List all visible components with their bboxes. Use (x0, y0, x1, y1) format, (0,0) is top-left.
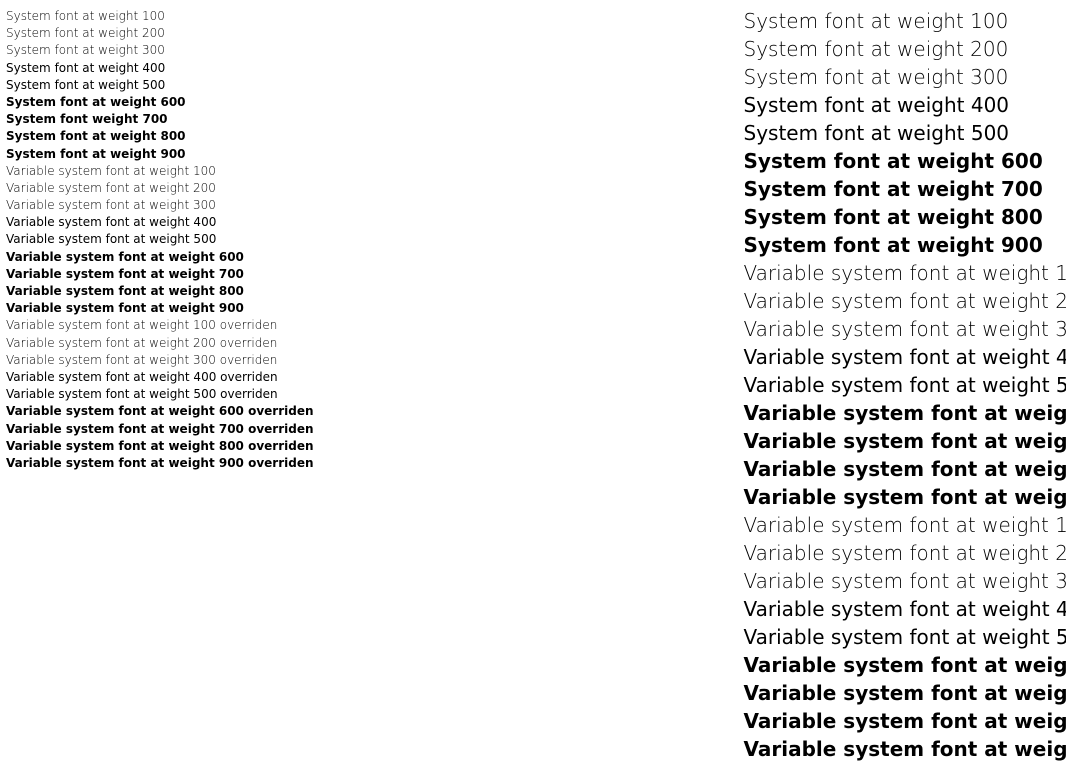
right-font-line-6: System font at weight 700 (744, 176, 1066, 203)
left-font-line-5: System font at weight 600 (6, 94, 314, 110)
right-font-line-24: Variable system font at weight 700 overr… (744, 680, 1066, 707)
right-font-line-21: Variable system font at weight 400 overr… (744, 596, 1066, 623)
right-font-line-23: Variable system font at weight 600 overr… (744, 652, 1066, 679)
right-font-line-0: System font at weight 100 (744, 8, 1066, 35)
left-font-line-21: Variable system font at weight 400 overr… (6, 369, 314, 385)
left-font-line-26: Variable system font at weight 900 overr… (6, 455, 314, 471)
left-font-line-17: Variable system font at weight 900 (6, 300, 314, 316)
right-font-line-19: Variable system font at weight 200 overr… (744, 540, 1066, 567)
left-font-line-8: System font at weight 900 (6, 146, 314, 162)
left-font-line-2: System font at weight 300 (6, 42, 314, 58)
right-font-line-3: System font at weight 400 (744, 92, 1066, 119)
left-font-line-25: Variable system font at weight 800 overr… (6, 438, 314, 454)
left-font-line-9: Variable system font at weight 100 (6, 163, 314, 179)
left-font-line-4: System font at weight 500 (6, 77, 314, 93)
right-font-line-20: Variable system font at weight 300 overr… (744, 568, 1066, 595)
left-font-line-10: Variable system font at weight 200 (6, 180, 314, 196)
main-container: System font at weight 100System font at … (0, 0, 1066, 771)
left-font-line-12: Variable system font at weight 400 (6, 214, 314, 230)
left-font-line-1: System font at weight 200 (6, 25, 314, 41)
right-font-line-4: System font at weight 500 (744, 120, 1066, 147)
right-font-line-1: System font at weight 200 (744, 36, 1066, 63)
left-font-line-14: Variable system font at weight 600 (6, 249, 314, 265)
right-font-line-13: Variable system font at weight 500 (744, 372, 1066, 399)
left-font-line-11: Variable system font at weight 300 (6, 197, 314, 213)
left-font-line-24: Variable system font at weight 700 overr… (6, 421, 314, 437)
right-font-line-7: System font at weight 800 (744, 204, 1066, 231)
left-font-line-16: Variable system font at weight 800 (6, 283, 314, 299)
right-column: System font at weight 100System font at … (314, 8, 1066, 763)
right-font-line-22: Variable system font at weight 500 overr… (744, 624, 1066, 651)
left-column: System font at weight 100System font at … (6, 8, 314, 763)
left-font-line-20: Variable system font at weight 300 overr… (6, 352, 314, 368)
right-font-line-12: Variable system font at weight 400 (744, 344, 1066, 371)
right-font-line-17: Variable system font at weight 900 (744, 484, 1066, 511)
right-font-line-2: System font at weight 300 (744, 64, 1066, 91)
left-font-line-19: Variable system font at weight 200 overr… (6, 335, 314, 351)
left-font-line-6: System font weight 700 (6, 111, 314, 127)
right-font-line-11: Variable system font at weight 300 (744, 316, 1066, 343)
left-font-line-7: System font at weight 800 (6, 128, 314, 144)
left-font-line-18: Variable system font at weight 100 overr… (6, 317, 314, 333)
right-font-line-15: Variable system font at weight 700 (744, 428, 1066, 455)
right-font-line-14: Variable system font at weight 600 (744, 400, 1066, 427)
left-font-line-13: Variable system font at weight 500 (6, 231, 314, 247)
left-font-line-22: Variable system font at weight 500 overr… (6, 386, 314, 402)
left-font-line-15: Variable system font at weight 700 (6, 266, 314, 282)
right-font-line-5: System font at weight 600 (744, 148, 1066, 175)
right-font-line-26: Variable system font at weight 900 overr… (744, 736, 1066, 763)
right-font-line-9: Variable system font at weight 100 (744, 260, 1066, 287)
right-font-line-18: Variable system font at weight 100 overr… (744, 512, 1066, 539)
left-font-line-3: System font at weight 400 (6, 60, 314, 76)
right-font-line-25: Variable system font at weight 800 overr… (744, 708, 1066, 735)
right-font-line-16: Variable system font at weight 800 (744, 456, 1066, 483)
left-font-line-0: System font at weight 100 (6, 8, 314, 24)
left-font-line-23: Variable system font at weight 600 overr… (6, 403, 314, 419)
right-font-line-10: Variable system font at weight 200 (744, 288, 1066, 315)
right-font-line-8: System font at weight 900 (744, 232, 1066, 259)
